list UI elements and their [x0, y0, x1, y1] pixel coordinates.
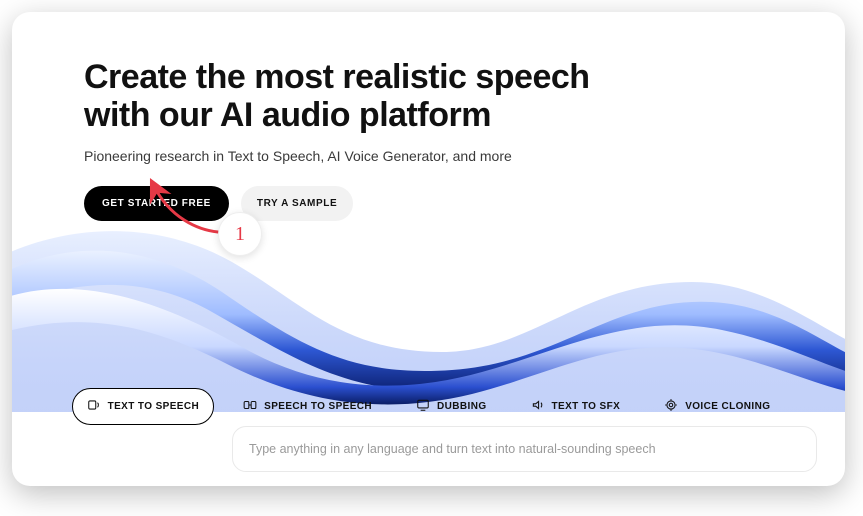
tab-text-to-sfx[interactable]: TEXT TO SFX	[516, 388, 636, 425]
voice-cloning-icon	[664, 398, 678, 415]
annotation-step-badge: 1	[218, 212, 262, 256]
text-to-speech-icon	[87, 398, 101, 415]
tab-label: DUBBING	[437, 401, 486, 412]
tab-label: TEXT TO SFX	[552, 401, 621, 412]
tab-text-to-speech[interactable]: TEXT TO SPEECH	[72, 388, 215, 425]
tab-label: SPEECH TO SPEECH	[264, 401, 372, 412]
tab-voice-cloning[interactable]: VOICE CLONING	[649, 388, 785, 425]
subheading: Pioneering research in Text to Speech, A…	[84, 148, 785, 164]
page-title: Create the most realistic speech with ou…	[84, 58, 785, 134]
text-to-sfx-icon	[531, 398, 545, 415]
headline-line-2: with our AI audio platform	[84, 96, 491, 134]
get-started-button[interactable]: GET STARTED FREE	[84, 186, 229, 221]
try-sample-button[interactable]: TRY A SAMPLE	[241, 186, 353, 221]
annotation-step-number: 1	[235, 223, 245, 246]
tab-label: TEXT TO SPEECH	[108, 401, 200, 412]
hero-content: Create the most realistic speech with ou…	[12, 12, 845, 221]
dubbing-icon	[416, 398, 430, 415]
tab-dubbing[interactable]: DUBBING	[401, 388, 501, 425]
prompt-input[interactable]	[249, 442, 800, 456]
prompt-panel	[232, 426, 817, 472]
tab-label: VOICE CLONING	[685, 401, 770, 412]
wave-illustration	[12, 202, 845, 412]
speech-to-speech-icon	[243, 398, 257, 415]
feature-tabs: TEXT TO SPEECH SPEECH TO SPEECH DUBBING …	[12, 388, 845, 425]
tab-speech-to-speech[interactable]: SPEECH TO SPEECH	[228, 388, 387, 425]
hero-card: Create the most realistic speech with ou…	[12, 12, 845, 486]
headline-line-1: Create the most realistic speech	[84, 58, 590, 96]
cta-row: GET STARTED FREE TRY A SAMPLE	[84, 186, 785, 221]
